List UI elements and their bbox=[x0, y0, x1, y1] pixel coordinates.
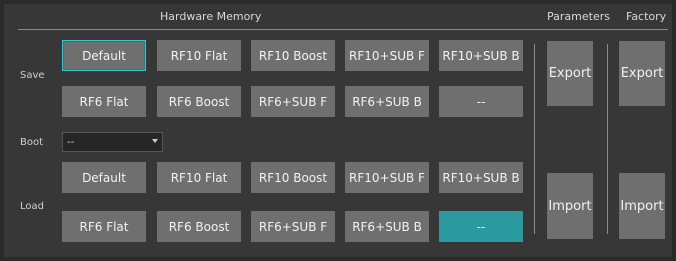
load-label: Load bbox=[20, 201, 44, 212]
load-rf10-sub-f-button[interactable]: RF10+SUB F bbox=[345, 162, 429, 193]
factory-export-button[interactable]: Export bbox=[619, 41, 665, 106]
save-empty-slot-button[interactable]: -- bbox=[439, 86, 523, 117]
save-rf6-sub-b-button[interactable]: RF6+SUB B bbox=[345, 86, 429, 117]
parameters-header: Parameters bbox=[547, 10, 610, 23]
save-rf10-sub-b-button[interactable]: RF10+SUB B bbox=[439, 40, 523, 71]
factory-divider bbox=[607, 44, 608, 234]
load-default-button[interactable]: Default bbox=[62, 162, 146, 193]
load-rf6-sub-f-button[interactable]: RF6+SUB F bbox=[251, 211, 335, 242]
load-rf10-flat-button[interactable]: RF10 Flat bbox=[157, 162, 241, 193]
save-rf6-flat-button[interactable]: RF6 Flat bbox=[62, 86, 146, 117]
save-label: Save bbox=[20, 70, 45, 81]
factory-header: Factory bbox=[626, 10, 667, 23]
load-rf10-sub-b-button[interactable]: RF10+SUB B bbox=[439, 162, 523, 193]
save-rf10-flat-button[interactable]: RF10 Flat bbox=[157, 40, 241, 71]
load-rf6-boost-button[interactable]: RF6 Boost bbox=[157, 211, 241, 242]
save-default-button[interactable]: Default bbox=[62, 40, 146, 71]
boot-select[interactable]: -- bbox=[62, 132, 163, 152]
hardware-memory-panel: Hardware Memory Parameters Factory Save … bbox=[4, 4, 672, 257]
load-rf6-flat-button[interactable]: RF6 Flat bbox=[62, 211, 146, 242]
load-rf10-boost-button[interactable]: RF10 Boost bbox=[251, 162, 335, 193]
load-rf6-sub-b-button[interactable]: RF6+SUB B bbox=[345, 211, 429, 242]
save-rf10-boost-button[interactable]: RF10 Boost bbox=[251, 40, 335, 71]
boot-select-value: -- bbox=[67, 136, 75, 148]
load-empty-slot-button[interactable]: -- bbox=[439, 211, 523, 242]
parameters-divider bbox=[534, 44, 535, 234]
factory-import-button[interactable]: Import bbox=[619, 173, 665, 239]
hardware-memory-header: Hardware Memory bbox=[160, 10, 262, 23]
save-rf6-boost-button[interactable]: RF6 Boost bbox=[157, 86, 241, 117]
parameters-export-button[interactable]: Export bbox=[547, 41, 593, 106]
save-rf10-sub-f-button[interactable]: RF10+SUB F bbox=[345, 40, 429, 71]
chevron-down-icon bbox=[152, 139, 158, 143]
save-rf6-sub-f-button[interactable]: RF6+SUB F bbox=[251, 86, 335, 117]
parameters-import-button[interactable]: Import bbox=[547, 173, 593, 239]
boot-label: Boot bbox=[20, 137, 44, 148]
header-divider bbox=[18, 29, 668, 30]
